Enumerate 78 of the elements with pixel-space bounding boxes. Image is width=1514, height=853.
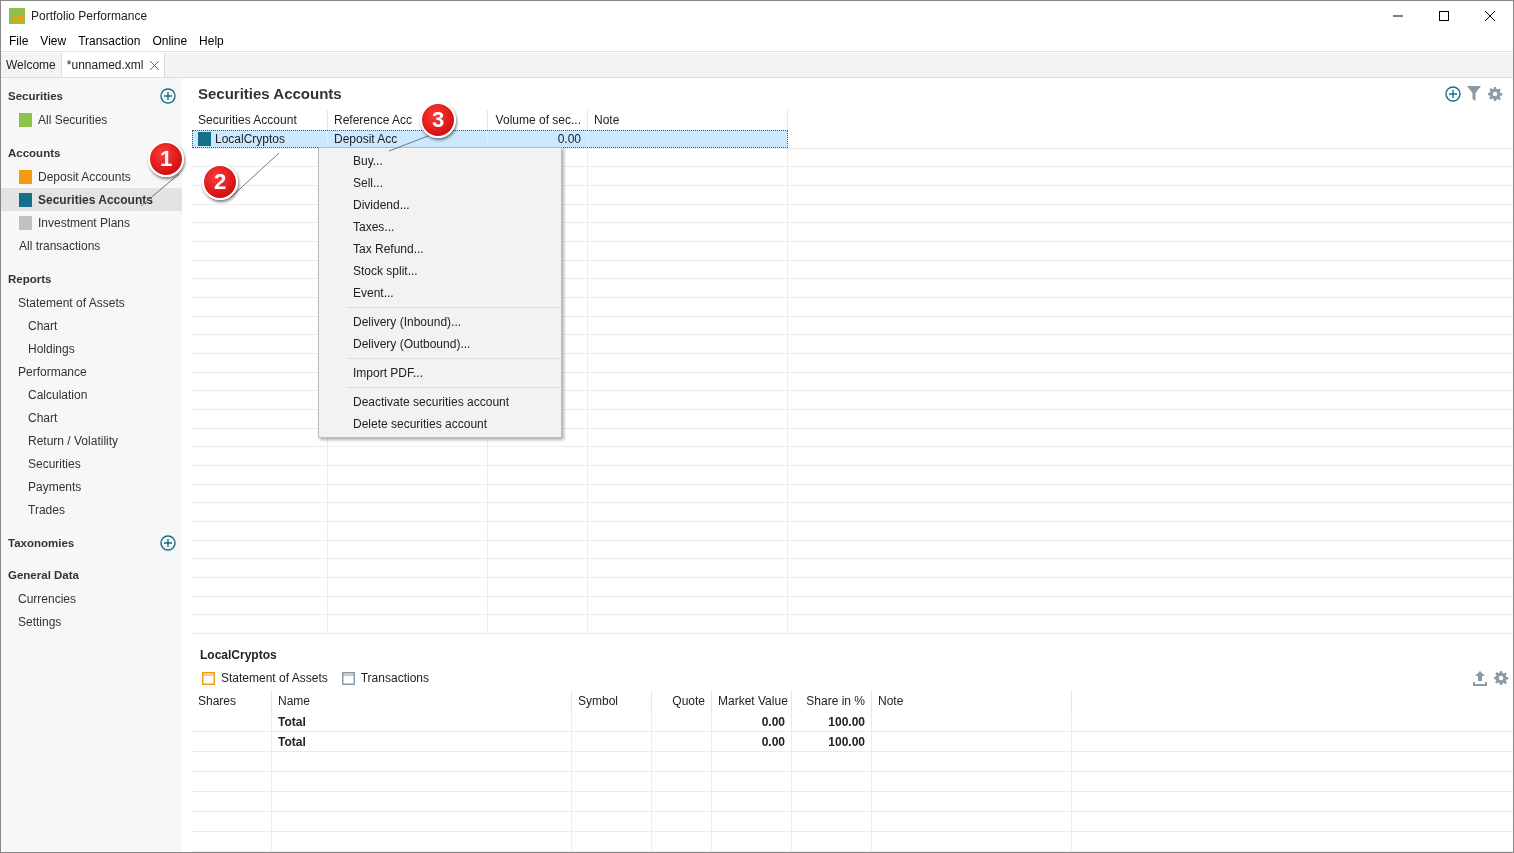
app-logo-icon	[9, 8, 25, 24]
sidebar-item[interactable]: Chart	[1, 406, 62, 429]
sidebar-item[interactable]: All Securities	[1, 108, 112, 131]
menu-item[interactable]: Event...	[319, 282, 561, 304]
section-title: Accounts	[8, 147, 61, 159]
sidebar-item[interactable]: Deposit Accounts	[1, 165, 135, 188]
section-title: General Data	[8, 569, 79, 581]
menu-item[interactable]: Buy...	[319, 150, 561, 172]
sidebar-item[interactable]: Holdings	[1, 337, 79, 360]
column-header[interactable]: Market Value	[712, 690, 792, 712]
export-icon[interactable]	[1473, 670, 1487, 686]
column-header[interactable]: Quote	[652, 690, 712, 712]
table-cell: Deposit Acc	[334, 131, 398, 146]
sidebar-item[interactable]: Calculation	[1, 383, 92, 406]
table-cell: 100.00	[828, 734, 865, 749]
menu-item[interactable]: File	[3, 34, 35, 48]
menu-item[interactable]: Deactivate securities account	[319, 391, 561, 413]
sidebar-item[interactable]: Performance	[1, 360, 91, 383]
menu-item[interactable]: Help	[193, 34, 230, 48]
column-header[interactable]: Symbol	[572, 690, 652, 712]
menu-item[interactable]: Delete securities account	[319, 413, 561, 435]
table-cell: 100.00	[828, 714, 865, 729]
close-icon[interactable]	[149, 60, 159, 70]
leader-line	[230, 152, 280, 198]
editor-tab[interactable]: *unnamed.xml	[61, 53, 165, 77]
table-cell: Total	[278, 714, 306, 729]
view-tab[interactable]: Statement of Assets	[202, 671, 328, 685]
menu-item[interactable]: Online	[146, 34, 194, 48]
page-title: Securities Accounts	[198, 85, 342, 103]
menu-item[interactable]: Stock split...	[319, 260, 561, 282]
sidebar-item[interactable]: Payments	[1, 475, 86, 498]
settings-icon[interactable]	[1493, 670, 1509, 686]
column-header[interactable]: Share in %	[792, 690, 872, 712]
menu-item[interactable]: Dividend...	[319, 194, 561, 216]
view-tab[interactable]: Transactions	[341, 671, 429, 685]
menu-item[interactable]: Import PDF...	[319, 362, 561, 384]
section-title: Taxonomies	[8, 537, 75, 549]
sidebar-item[interactable]: Settings	[1, 610, 66, 633]
table-row[interactable]: LocalCryptos Deposit Acc 0.00	[192, 130, 1513, 149]
section-title: Securities	[8, 90, 63, 102]
sidebar-item[interactable]: Currencies	[1, 587, 81, 610]
filter-icon[interactable]	[1467, 86, 1481, 102]
callout-number: 2	[202, 164, 238, 200]
settings-icon[interactable]	[1487, 85, 1503, 102]
maximize-icon	[1439, 11, 1449, 21]
column-header[interactable]: Note	[872, 690, 1072, 712]
close-icon	[1485, 11, 1495, 21]
add-icon[interactable]	[160, 535, 176, 551]
sidebar-item[interactable]: Trades	[1, 498, 69, 521]
sidebar-item[interactable]: Securities Accounts	[1, 188, 182, 211]
section-title: Reports	[8, 273, 52, 285]
tab-icon	[202, 671, 215, 685]
sidebar-item[interactable]: Return / Volatility	[1, 429, 123, 452]
table-cell: 0.00	[761, 734, 785, 749]
menu-item[interactable]: View	[34, 34, 73, 48]
column-header[interactable]: Shares	[192, 690, 272, 712]
sidebar-item[interactable]: Statement of Assets	[1, 291, 129, 314]
menu-item[interactable]: Sell...	[319, 172, 561, 194]
table-cell: Total	[278, 734, 306, 749]
table-cell: 0.00	[761, 714, 785, 729]
column-header[interactable]: Name	[272, 690, 572, 712]
table-cell: LocalCryptos	[215, 131, 286, 146]
panel-title: LocalCryptos	[199, 647, 278, 664]
add-icon[interactable]	[1445, 85, 1461, 102]
sidebar-item[interactable]: Chart	[1, 314, 62, 337]
callout-number: 3	[420, 102, 456, 138]
sidebar-item[interactable]: Investment Plans	[1, 211, 135, 234]
menu-item[interactable]: Transaction	[72, 34, 147, 48]
menu-item[interactable]: Delivery (Outbound)...	[319, 333, 561, 355]
tab-icon	[341, 671, 355, 685]
menu-item[interactable]: Delivery (Inbound)...	[319, 311, 561, 333]
table-cell: 0.00	[557, 131, 581, 146]
menu-item[interactable]: Tax Refund...	[319, 238, 561, 260]
menu-item[interactable]: Taxes...	[319, 216, 561, 238]
add-icon[interactable]	[160, 88, 176, 104]
sidebar-item[interactable]: All transactions	[1, 234, 105, 257]
window-title: Portfolio Performance	[31, 9, 148, 23]
sidebar-item[interactable]: Securities	[1, 452, 85, 475]
